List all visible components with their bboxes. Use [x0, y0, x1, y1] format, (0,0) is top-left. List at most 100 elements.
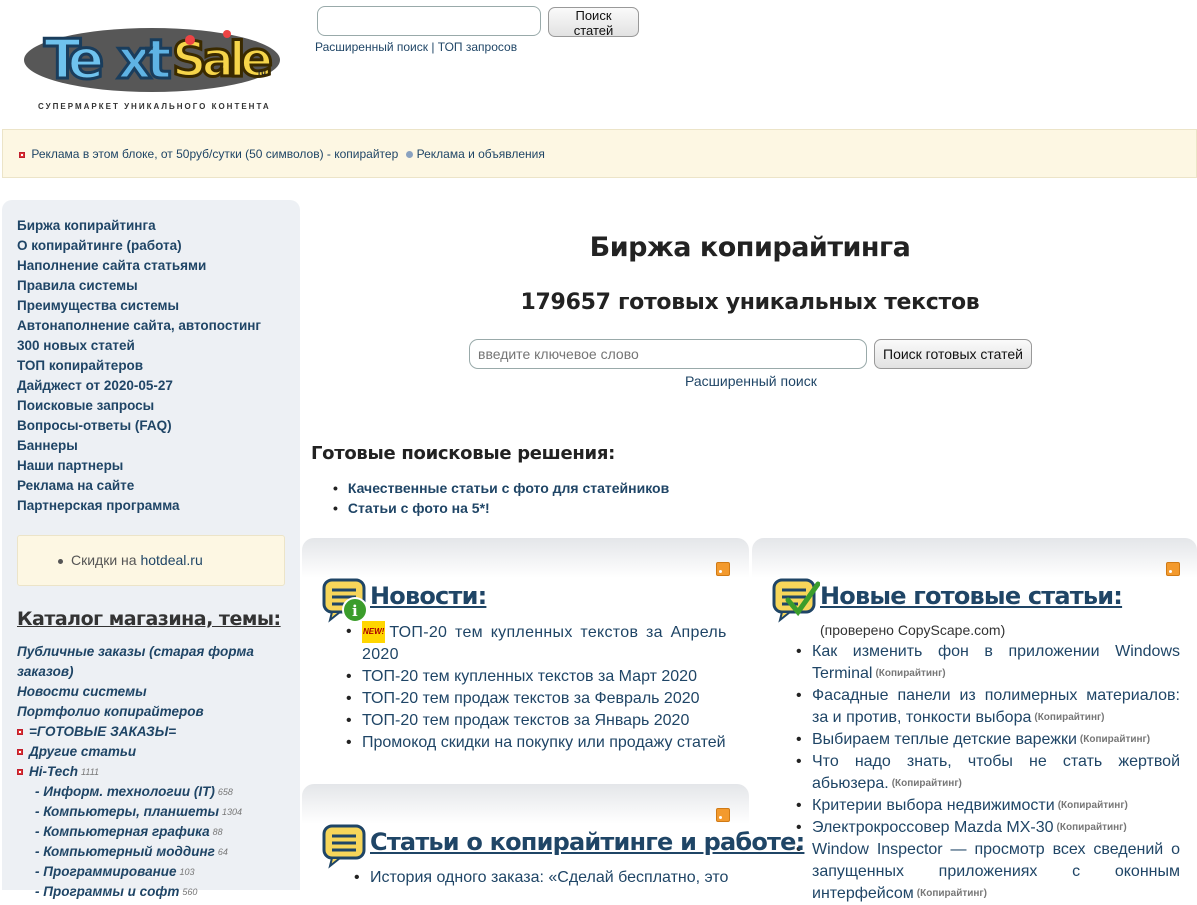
catalog-news[interactable]: Новости системы	[17, 684, 147, 699]
article-link[interactable]: Фасадные панели из полимерных материалов…	[812, 687, 1180, 726]
catalog-count: 88	[212, 827, 223, 837]
catalog-count: 64	[217, 847, 228, 857]
link-separator: |	[428, 40, 438, 54]
svg-text:xt: xt	[117, 28, 171, 91]
catalog-count: 1111	[81, 767, 100, 777]
catalog-other[interactable]: Другие статьи	[29, 744, 136, 759]
article-link[interactable]: Выбираем теплые детские варежки	[812, 731, 1077, 748]
news-link[interactable]: ТОП-20 тем купленных текстов за Март 202…	[362, 668, 697, 685]
top-queries-link[interactable]: ТОП запросов	[438, 40, 517, 54]
rss-icon[interactable]	[716, 562, 730, 576]
ads-link[interactable]: Реклама и объявления	[417, 147, 545, 161]
article-link[interactable]: Как изменить фон в приложении Windows Te…	[812, 643, 1180, 682]
globe-icon	[405, 151, 413, 159]
page-title: Биржа копирайтинга	[589, 232, 911, 263]
sidebar-item-filling[interactable]: Наполнение сайта статьями	[17, 256, 300, 276]
catalog-sub-graphics[interactable]: Компьютерная графика	[43, 824, 209, 839]
catalog-title: Каталог магазина, темы:	[17, 608, 281, 630]
list-item: • NEW! ТОП-20 тем купленных текстов за Апр…	[346, 621, 727, 663]
ready-solutions-list: Качественные статьи с фото для статейник…	[333, 478, 669, 518]
sidebar-item-300-new[interactable]: 300 новых статей	[17, 336, 300, 356]
copywriting-link[interactable]: История одного заказа: «Сделай бесплатно…	[370, 869, 728, 886]
list-item: Качественные статьи с фото для статейник…	[333, 478, 669, 498]
sidebar-item-exchange[interactable]: Биржа копирайтинга	[17, 216, 300, 236]
sidebar-item-autoposting[interactable]: Автонаполнение сайта, автопостинг	[17, 316, 300, 336]
sidebar-item-advantages[interactable]: Преимущества системы	[17, 296, 300, 316]
main-advanced-search-link[interactable]: Расширенный поиск	[685, 373, 817, 389]
ready-solutions-title: Готовые поисковые решения:	[311, 443, 616, 464]
top-search-button[interactable]: Поиск статей	[548, 7, 639, 38]
square-bullet-icon	[17, 769, 23, 776]
catalog-sub-programming[interactable]: Программирование	[43, 864, 176, 879]
sidebar-item-rules[interactable]: Правила системы	[17, 276, 300, 296]
catalog-sub-modding[interactable]: Компьютерный моддинг	[43, 844, 215, 859]
top-search: Поиск статей	[317, 6, 639, 38]
list-item: • Промокод скидки на покупку или продажу …	[346, 734, 726, 751]
rss-icon[interactable]	[1166, 562, 1180, 576]
catalog-count: 658	[217, 787, 233, 797]
catalog-sub-software[interactable]: Программы и софт	[43, 884, 179, 899]
article-link[interactable]: Что надо знать, чтобы не стать жертвой а…	[812, 753, 1180, 792]
page-subtitle: 179657 готовых уникальных текстов	[520, 290, 980, 315]
news-link[interactable]: ТОП-20 тем продаж текстов за Январь 2020	[362, 712, 689, 729]
square-bullet-icon	[17, 749, 23, 756]
list-item: • Что надо знать, чтобы не стать жертвой …	[796, 753, 1180, 792]
site-logo[interactable]: Te xt Sale ru СУПЕРМАРКЕТ УНИКАЛЬНОГО КО…	[22, 18, 284, 118]
square-bullet-icon	[17, 729, 23, 736]
catalog-portfolio[interactable]: Портфолио копирайтеров	[17, 704, 204, 719]
logo-graphic: Te xt Sale	[24, 27, 280, 93]
hotdeal-link[interactable]: hotdeal.ru	[140, 552, 202, 568]
sidebar-item-ads[interactable]: Реклама на сайте	[17, 476, 300, 496]
sidebar-item-queries[interactable]: Поисковые запросы	[17, 396, 300, 416]
news-title[interactable]: Новости:	[370, 582, 487, 610]
sidebar-item-banners[interactable]: Баннеры	[17, 436, 300, 456]
catalog-sub-it[interactable]: Информ. технологии (IT)	[43, 784, 215, 799]
sidebar-item-faq[interactable]: Вопросы-ответы (FAQ)	[17, 416, 300, 436]
main-search-button[interactable]: Поиск готовых статей	[874, 339, 1032, 369]
sidebar-item-digest[interactable]: Дайджест от 2020-05-27	[17, 376, 300, 396]
catalog-count: 560	[182, 887, 198, 897]
list-item: • Электрокроссовер Mazda MX-30 (Копирайтин…	[796, 819, 1127, 836]
ad-block-link[interactable]: Реклама в этом блоке, от 50руб/сутки (50…	[31, 147, 398, 161]
ready-solution-link[interactable]: Качественные статьи с фото для статейник…	[348, 480, 669, 496]
sidebar-item-about[interactable]: О копирайтинге (работа)	[17, 236, 300, 256]
sidebar-item-top-writers[interactable]: ТОП копирайтеров	[17, 356, 300, 376]
advanced-search-link[interactable]: Расширенный поиск	[315, 40, 428, 54]
new-badge: NEW!	[362, 621, 386, 643]
article-link[interactable]: Window Inspector — просмотр всех сведени…	[812, 841, 1180, 902]
catalog-public-orders[interactable]: Публичные заказы (старая форма заказов)	[17, 644, 254, 679]
bullet-icon	[58, 558, 63, 564]
news-link[interactable]: Промокод скидки на покупку или продажу с…	[362, 734, 726, 751]
list-item: • ТОП-20 тем купленных текстов за Март 20…	[346, 668, 697, 685]
rss-icon[interactable]	[716, 808, 730, 822]
checkmark-doc-icon	[772, 578, 820, 623]
list-item: • Window Inspector — просмотр всех сведен…	[796, 841, 1180, 902]
article-tag: (Копирайтинг)	[875, 668, 946, 679]
logo-domain: ru	[258, 68, 266, 77]
sidebar: Биржа копирайтинга О копирайтинге (работ…	[2, 200, 300, 899]
hotdeal-prefix: Скидки на	[71, 552, 141, 568]
catalog-hitech[interactable]: Hi-Tech	[29, 764, 78, 779]
news-link[interactable]: ТОП-20 тем продаж текстов за Февраль 202…	[362, 690, 700, 707]
copywriting-title[interactable]: Статьи о копирайтинге и работе:	[370, 828, 805, 856]
article-tag: (Копирайтинг)	[1056, 822, 1127, 833]
top-search-input[interactable]	[317, 6, 541, 36]
main-search-input[interactable]	[469, 339, 867, 369]
list-item: • ТОП-20 тем продаж текстов за Январь 202…	[346, 712, 690, 729]
news-link[interactable]: ТОП-20 тем купленных текстов за Апрель 2…	[362, 624, 727, 663]
sidebar-item-partners[interactable]: Наши партнеры	[17, 456, 300, 476]
ad-bar: Реклама в этом блоке, от 50руб/сутки (50…	[2, 129, 1197, 178]
catalog-ready-orders[interactable]: =ГОТОВЫЕ ЗАКАЗЫ=	[29, 724, 176, 739]
ready-solution-link[interactable]: Статьи с фото на 5*!	[348, 500, 490, 516]
sidebar-item-affiliate[interactable]: Партнерская программа	[17, 496, 300, 516]
list-item: • Фасадные панели из полимерных материало…	[796, 687, 1180, 726]
catalog-sub-computers[interactable]: Компьютеры, планшеты	[43, 804, 219, 819]
articles-title[interactable]: Новые готовые статьи:	[820, 582, 1123, 610]
article-link[interactable]: Критерии выбора недвижимости	[812, 797, 1055, 814]
news-list: • NEW! ТОП-20 тем купленных текстов за Апр…	[346, 621, 732, 754]
svg-text:Te: Te	[44, 28, 103, 91]
article-link[interactable]: Электрокроссовер Mazda MX-30	[812, 819, 1054, 836]
article-tag: (Копирайтинг)	[891, 778, 962, 789]
list-item: Статьи с фото на 5*!	[333, 498, 669, 518]
article-tag: (Копирайтинг)	[1057, 800, 1128, 811]
